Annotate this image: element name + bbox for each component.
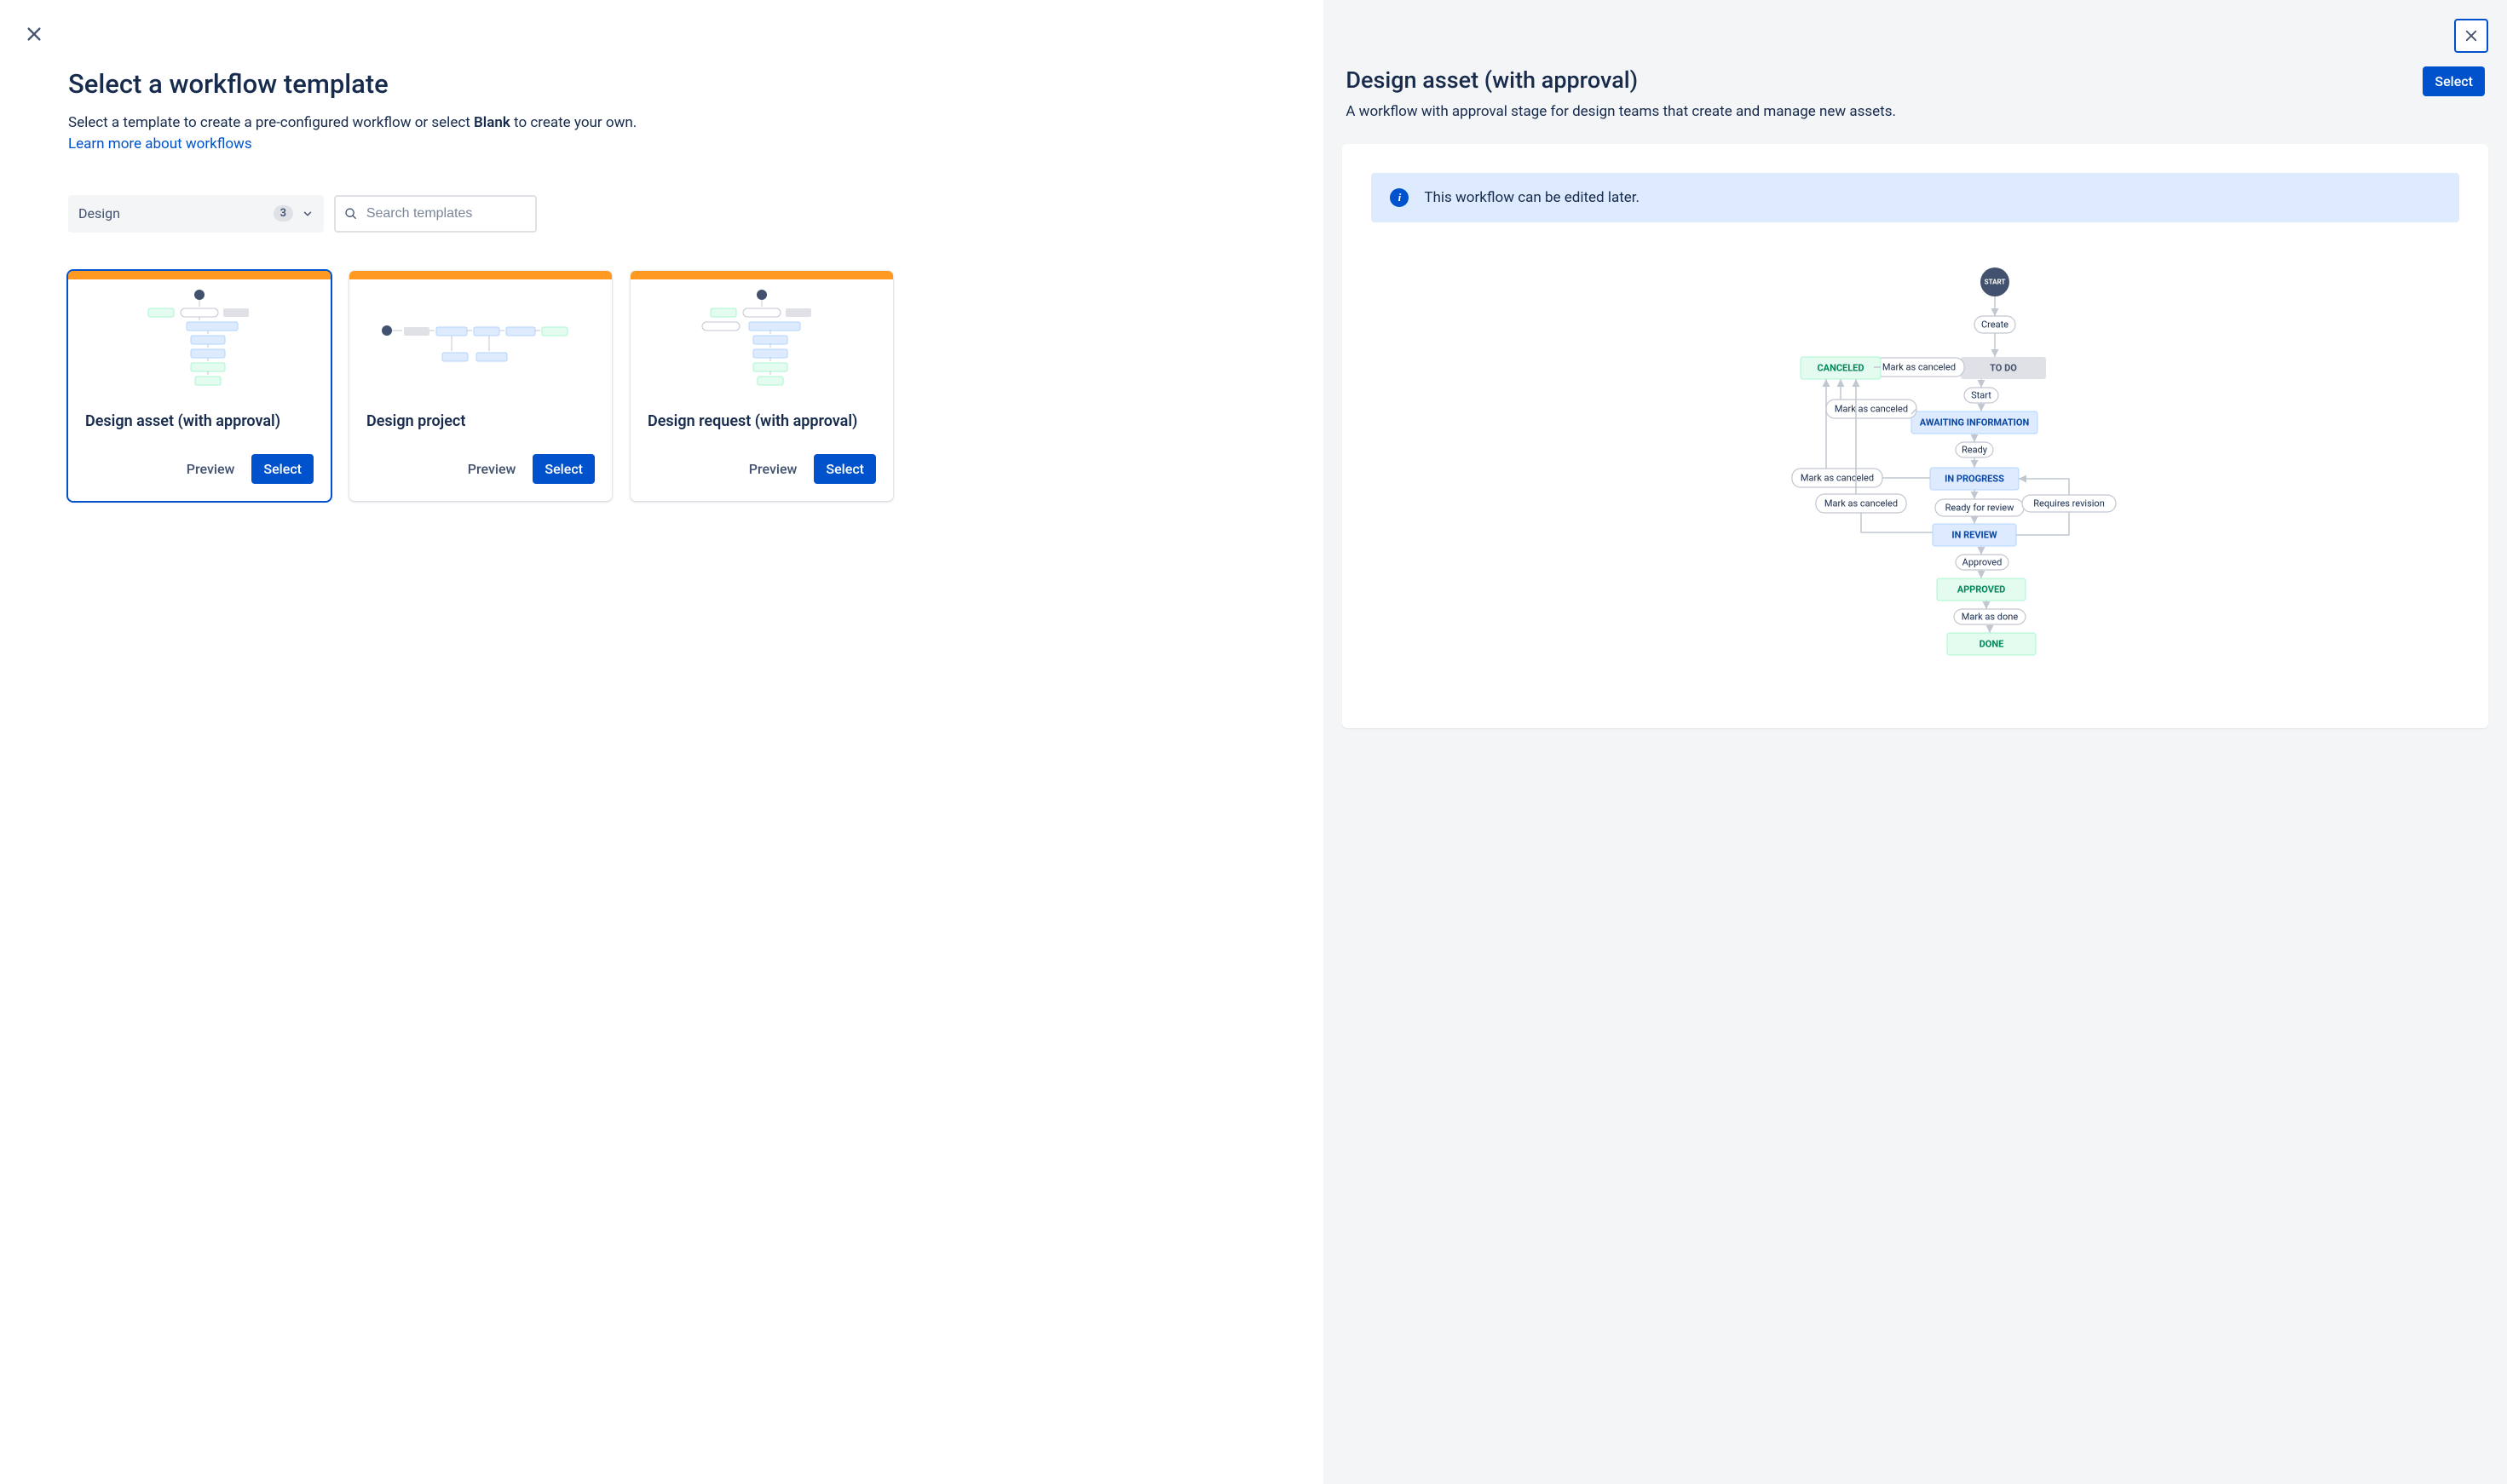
transition-mark-canceled-2: Mark as canceled — [1835, 404, 1908, 415]
category-count-badge: 3 — [274, 205, 293, 221]
template-preview-panel: Design asset (with approval) Select A wo… — [1323, 0, 2507, 1484]
card-thumbnail — [349, 279, 612, 407]
status-awaiting: AWAITING INFORMATION — [1919, 417, 2029, 429]
transition-requires-revision: Requires revision — [2033, 498, 2105, 509]
preview-description: A workflow with approval stage for desig… — [1342, 103, 2488, 120]
chevron-down-icon — [302, 208, 314, 220]
close-dialog-button[interactable] — [17, 17, 51, 51]
card-accent-bar — [349, 271, 612, 279]
close-icon — [2464, 28, 2479, 43]
page-description: Select a template to create a pre-config… — [68, 113, 1255, 134]
status-done: DONE — [1979, 639, 2003, 650]
search-icon — [344, 206, 358, 221]
card-accent-bar — [68, 271, 331, 279]
status-approved: APPROVED — [1957, 584, 2005, 595]
transition-create: Create — [1981, 319, 2008, 331]
start-label: START — [1984, 279, 2005, 286]
preview-button[interactable]: Preview — [737, 454, 810, 484]
transition-mark-canceled-1: Mark as canceled — [1882, 362, 1956, 373]
transition-mark-canceled-3: Mark as canceled — [1801, 473, 1874, 484]
close-preview-button[interactable] — [2454, 19, 2488, 53]
workflow-preview-box: i This workflow can be edited later. STA… — [1342, 144, 2488, 728]
transition-start: Start — [1971, 390, 1991, 401]
page-title: Select a workflow template — [68, 68, 1255, 100]
category-dropdown[interactable]: Design 3 — [68, 195, 324, 233]
learn-more-link[interactable]: Learn more about workflows — [68, 135, 1255, 152]
info-icon: i — [1390, 188, 1409, 207]
select-template-button[interactable]: Select — [2423, 66, 2485, 96]
select-button[interactable]: Select — [251, 454, 314, 484]
info-text: This workflow can be edited later. — [1424, 189, 1640, 206]
status-canceled: CANCELED — [1817, 363, 1864, 374]
search-input[interactable] — [366, 206, 527, 221]
category-label: Design — [78, 205, 120, 221]
card-title: Design request (with approval) — [648, 412, 876, 430]
transition-ready: Ready — [1962, 445, 1988, 456]
status-in-review: IN REVIEW — [1951, 530, 1997, 541]
search-templates-field[interactable] — [334, 195, 537, 233]
info-banner: i This workflow can be edited later. — [1371, 173, 2459, 222]
transition-mark-as-done: Mark as done — [1961, 612, 2018, 623]
card-title: Design asset (with approval) — [85, 412, 314, 430]
card-accent-bar — [631, 271, 893, 279]
select-button[interactable]: Select — [533, 454, 595, 484]
card-thumbnail — [68, 279, 331, 407]
template-list-panel: Select a workflow template Select a temp… — [0, 0, 1323, 1484]
preview-button[interactable]: Preview — [456, 454, 528, 484]
status-in-progress: IN PROGRESS — [1945, 474, 2004, 485]
status-todo: TO DO — [1990, 363, 2017, 374]
workflow-diagram: START Create TO DO Mark as canceled CANC… — [1371, 265, 2459, 699]
template-card-design-request[interactable]: Design request (with approval) Preview S… — [631, 271, 893, 501]
select-button[interactable]: Select — [814, 454, 876, 484]
card-title: Design project — [366, 412, 595, 430]
transition-mark-canceled-4: Mark as canceled — [1824, 498, 1898, 509]
preview-title: Design asset (with approval) — [1346, 66, 1638, 94]
card-thumbnail — [631, 279, 893, 407]
transition-ready-for-review: Ready for review — [1945, 503, 2014, 514]
template-card-design-asset[interactable]: Design asset (with approval) Preview Sel… — [68, 271, 331, 501]
preview-button[interactable]: Preview — [175, 454, 247, 484]
template-card-design-project[interactable]: Design project Preview Select — [349, 271, 612, 501]
transition-approved: Approved — [1962, 557, 2002, 568]
close-icon — [25, 25, 43, 43]
